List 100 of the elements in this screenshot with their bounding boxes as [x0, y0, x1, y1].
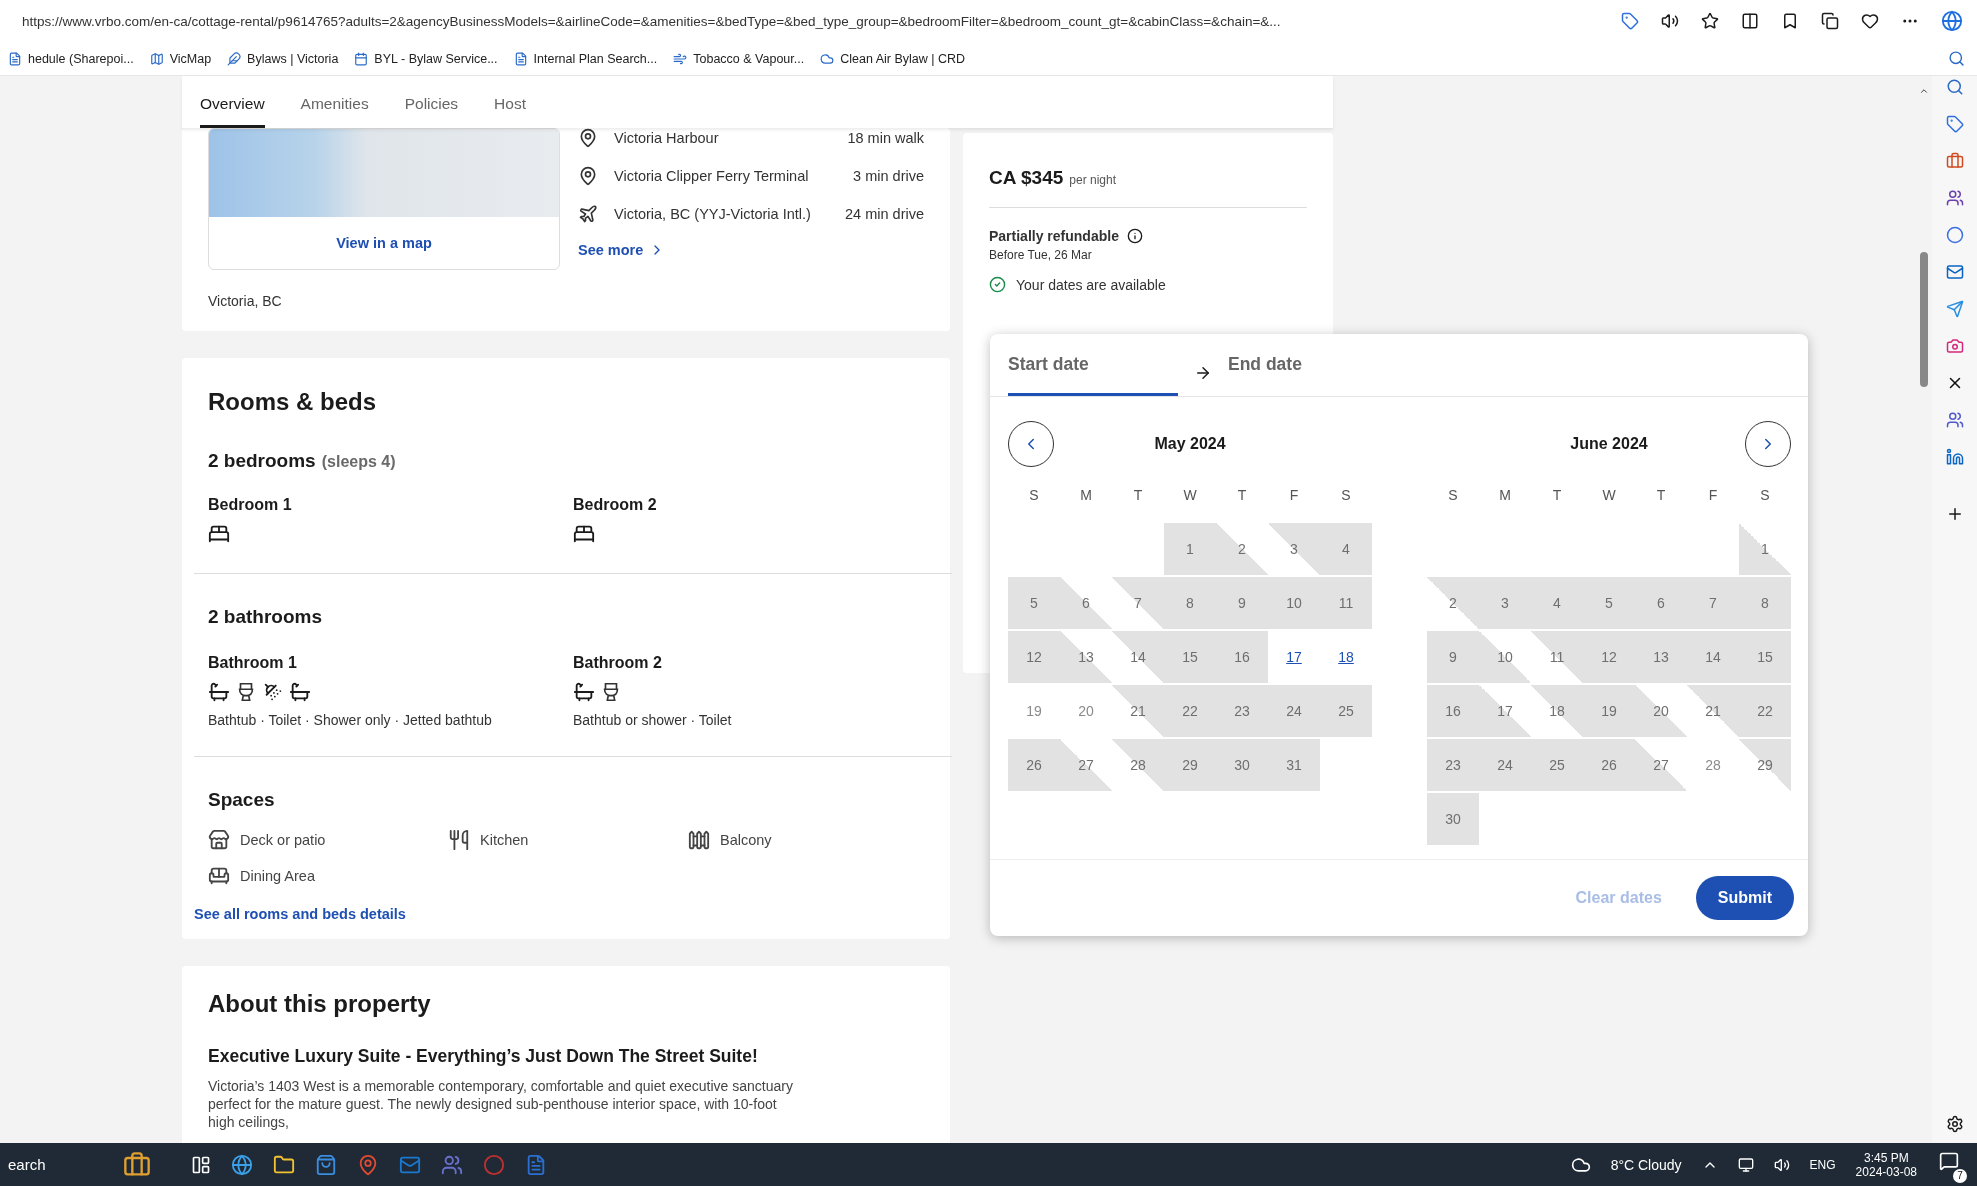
calendar-day[interactable]: 10 [1479, 631, 1531, 683]
map-link[interactable]: View in a map [209, 217, 559, 269]
calendar-day[interactable]: 4 [1320, 523, 1372, 575]
bookmark-link[interactable]: BYL - Bylaw Service... [354, 51, 498, 66]
calendar-day[interactable]: 12 [1008, 631, 1060, 683]
bookmark-link[interactable]: VicMap [149, 51, 212, 66]
globe-icon[interactable] [1941, 10, 1963, 32]
calendar-day[interactable]: 23 [1216, 685, 1268, 737]
briefcase-icon[interactable] [1945, 152, 1964, 170]
calendar-day[interactable]: 9 [1427, 631, 1479, 683]
calendar-day[interactable]: 16 [1427, 685, 1479, 737]
calendar-day[interactable]: 13 [1635, 631, 1687, 683]
calendar-day[interactable]: 3 [1479, 577, 1531, 629]
in-letter-icon[interactable] [1945, 448, 1964, 466]
calendar-day[interactable]: 9 [1216, 577, 1268, 629]
calendar-day[interactable]: 25 [1320, 685, 1372, 737]
network-icon[interactable] [1737, 1156, 1754, 1173]
calendar-day[interactable]: 13 [1060, 631, 1112, 683]
calendar-day[interactable]: 27 [1060, 739, 1112, 791]
calendar-day[interactable]: 20 [1060, 685, 1112, 737]
calendar-day[interactable]: 28 [1112, 739, 1164, 791]
calendar-day[interactable]: 18 [1531, 685, 1583, 737]
calendar-day[interactable]: 4 [1531, 577, 1583, 629]
volume-icon[interactable] [1773, 1156, 1790, 1173]
calendar-day[interactable]: 16 [1216, 631, 1268, 683]
document-icon[interactable] [525, 1153, 547, 1176]
people-icon[interactable] [1945, 411, 1964, 429]
calendar-day[interactable]: 2 [1427, 577, 1479, 629]
calendar-day[interactable]: 14 [1112, 631, 1164, 683]
taskbar-search[interactable]: earch [8, 1156, 103, 1173]
bookmark-icon[interactable] [1781, 12, 1799, 30]
calendar-day[interactable]: 24 [1268, 685, 1320, 737]
calendar-day[interactable]: 15 [1739, 631, 1791, 683]
paper-plane-icon[interactable] [1945, 300, 1964, 318]
settings-icon[interactable] [1945, 1115, 1964, 1133]
calendar-day[interactable]: 5 [1008, 577, 1060, 629]
section-tab[interactable]: Host [494, 95, 526, 128]
previous-month-button[interactable] [1008, 421, 1054, 467]
collections-icon[interactable] [1821, 12, 1839, 30]
tag-icon[interactable] [1621, 12, 1639, 30]
calendar-day[interactable]: 6 [1060, 577, 1112, 629]
mail-icon[interactable] [1945, 263, 1964, 281]
date-field[interactable]: End date [1228, 350, 1428, 396]
calendar-day[interactable]: 14 [1687, 631, 1739, 683]
read-aloud-icon[interactable] [1661, 12, 1679, 30]
section-tab[interactable]: Policies [404, 95, 459, 128]
language-indicator[interactable]: ENG [1809, 1157, 1836, 1172]
calendar-day[interactable]: 1 [1739, 523, 1791, 575]
calendar-day[interactable]: 29 [1739, 739, 1791, 791]
calendar-day[interactable]: 30 [1216, 739, 1268, 791]
shopping-bag-icon[interactable] [315, 1153, 337, 1176]
notification-button[interactable]: 7 [1937, 1146, 1967, 1183]
search-icon[interactable] [1948, 50, 1965, 67]
calendar-day[interactable]: 25 [1531, 739, 1583, 791]
briefcase-icon[interactable] [123, 1150, 151, 1179]
calendar-day[interactable]: 30 [1427, 793, 1479, 845]
calendar-day[interactable]: 12 [1583, 631, 1635, 683]
calendar-day[interactable]: 22 [1739, 685, 1791, 737]
next-month-button[interactable] [1745, 421, 1791, 467]
bookmark-link[interactable]: Tobacco & Vapour... [673, 51, 805, 66]
calendar-day[interactable]: 11 [1320, 577, 1372, 629]
weather-text[interactable]: 8°C Cloudy [1610, 1156, 1682, 1173]
search-icon[interactable] [1945, 78, 1964, 96]
calendar-day[interactable]: 17 [1479, 685, 1531, 737]
people-icon[interactable] [441, 1153, 463, 1176]
bookmark-link[interactable]: Internal Plan Search... [513, 51, 658, 66]
calendar-day[interactable]: 22 [1164, 685, 1216, 737]
calendar-day[interactable]: 24 [1479, 739, 1531, 791]
calendar-day[interactable]: 8 [1739, 577, 1791, 629]
submit-button[interactable]: Submit [1695, 876, 1794, 920]
calendar-day[interactable]: 27 [1635, 739, 1687, 791]
calendar-day[interactable]: 21 [1687, 685, 1739, 737]
calendar-day[interactable]: 19 [1008, 685, 1060, 737]
calendar-day[interactable]: 26 [1583, 739, 1635, 791]
calendar-day[interactable]: 6 [1635, 577, 1687, 629]
calendar-day[interactable]: 7 [1112, 577, 1164, 629]
calendar-day[interactable]: 5 [1583, 577, 1635, 629]
folder-icon[interactable] [273, 1153, 295, 1176]
calendar-day[interactable]: 31 [1268, 739, 1320, 791]
tag-icon[interactable] [1945, 115, 1964, 133]
calendar-day[interactable]: 29 [1164, 739, 1216, 791]
ring-icon[interactable] [1945, 226, 1964, 244]
calendar-day[interactable]: 28 [1687, 739, 1739, 791]
calendar-day[interactable]: 19 [1583, 685, 1635, 737]
scroll-up-icon[interactable] [1918, 86, 1929, 96]
info-icon[interactable] [1126, 228, 1143, 244]
bookmark-link[interactable]: Clean Air Bylaw | CRD [820, 51, 965, 66]
globe-icon[interactable] [231, 1153, 253, 1176]
task-view-icon[interactable] [191, 1154, 211, 1175]
date-field[interactable]: Start date [1008, 350, 1178, 396]
bookmark-link[interactable]: hedule (Sharepoi... [8, 51, 134, 66]
calendar-day[interactable]: 1 [1164, 523, 1216, 575]
split-screen-icon[interactable] [1741, 12, 1759, 30]
calendar-day[interactable]: 7 [1687, 577, 1739, 629]
camera-icon[interactable] [1945, 337, 1964, 355]
section-tab[interactable]: Amenities [300, 95, 369, 128]
calendar-day[interactable]: 18 [1320, 631, 1372, 683]
calendar-day[interactable]: 11 [1531, 631, 1583, 683]
scrollbar-thumb[interactable] [1919, 252, 1928, 387]
calendar-day[interactable]: 23 [1427, 739, 1479, 791]
